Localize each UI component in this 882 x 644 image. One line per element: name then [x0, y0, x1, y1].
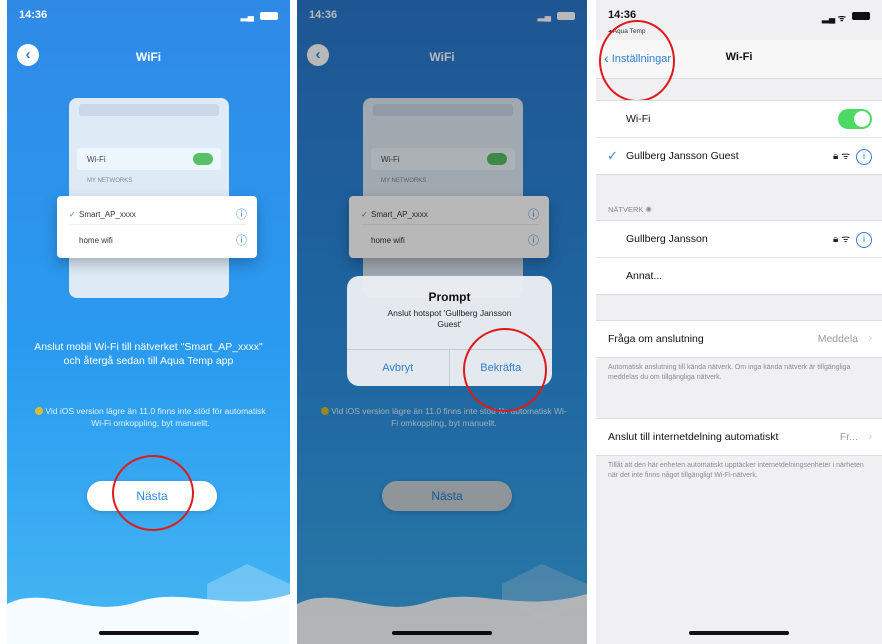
home-indicator — [689, 631, 789, 635]
illus-network-name: Smart_AP_xxxx — [79, 210, 136, 219]
networks-section-header: NÄTVERK ✺ — [608, 205, 652, 214]
wifi-group: Wi-Fi ✓ Gullberg Jansson Guest 🔒︎ ᯤ i — [596, 100, 882, 175]
chevron-right-icon: › — [868, 332, 873, 344]
ask-to-join-row[interactable]: Fråga om anslutning Meddela › — [596, 321, 882, 357]
wifi-toggle-row: Wi-Fi — [596, 101, 882, 138]
wifi-info-icon: ⓘ — [236, 235, 247, 247]
signal-icon: ▂▄ ᯤ — [821, 13, 846, 23]
ask-to-join-group: Fråga om anslutning Meddela › — [596, 320, 882, 358]
network-name: Gullberg Jansson — [626, 233, 708, 245]
ios-version-note-text: Vid iOS version lägre än 11.0 finns inte… — [45, 406, 266, 428]
battery-icon — [260, 12, 278, 20]
illus-network-name: home wifi — [79, 236, 113, 245]
illus-network-row: ✓ Smart_AP_xxxx ⓘ — [69, 202, 247, 225]
chevron-right-icon: › — [868, 430, 873, 442]
loading-spinner-icon: ✺ — [645, 205, 652, 214]
wifi-toggle[interactable] — [838, 109, 872, 129]
page-title: WiFi — [135, 50, 162, 64]
panel-confirm-dialog: 14:36 ▂▄ ‹ WiFi Wi-Fi MY NETWORKS ✓ Smar… — [297, 0, 587, 644]
illus-nav-bar — [79, 104, 219, 116]
hotspot-group: Anslut till internetdelning automatiskt … — [596, 418, 882, 456]
network-row[interactable]: Gullberg Jansson 🔒︎ ᯤ i — [596, 221, 882, 258]
battery-icon — [852, 12, 870, 20]
wifi-label: Wi-Fi — [626, 113, 651, 125]
home-indicator — [98, 631, 199, 635]
wifi-info-icon: ⓘ — [236, 209, 247, 221]
ask-to-join-value: Meddela — [817, 333, 858, 345]
signal-icon: ▂▄ — [240, 11, 254, 21]
auto-hotspot-label: Anslut till internetdelning automatiskt — [608, 431, 779, 443]
status-bar: 14:36 ▂▄ — [7, 8, 290, 24]
panel-ios-wifi-settings: 14:36 ▂▄ ᯤ ◂ Aqua Temp ‹ Inställningar W… — [596, 0, 882, 644]
network-status-icons: 🔒︎ ᯤ i — [833, 231, 872, 248]
ios-version-note: Vid iOS version lägre än 11.0 finns inte… — [29, 405, 272, 429]
status-time: 14:36 — [608, 9, 637, 21]
auto-hotspot-row[interactable]: Anslut till internetdelning automatiskt … — [596, 419, 882, 455]
dialog-message: Anslut hotspot 'Gullberg Jansson Guest' — [387, 308, 512, 329]
info-icon[interactable]: i — [856, 232, 872, 248]
info-icon[interactable]: i — [856, 149, 872, 165]
illus-toggle-icon — [193, 153, 213, 165]
instruction-text: Anslut mobil Wi-Fi till nätverket "Smart… — [34, 341, 263, 367]
illus-network-row: home wifi ⓘ — [69, 228, 247, 250]
illus-wifi-row: Wi-Fi — [77, 148, 221, 170]
check-icon: ✓ — [69, 210, 76, 219]
ask-to-join-footer: Automatisk anslutning till kända nätverk… — [608, 364, 851, 381]
illus-network-list: ✓ Smart_AP_xxxx ⓘ home wifi ⓘ — [57, 196, 257, 258]
checkmark-icon: ✓ — [607, 148, 618, 163]
networks-header-label: NÄTVERK — [608, 205, 644, 214]
illus-wifi-label: Wi-Fi — [87, 155, 106, 164]
annotation-circle — [112, 455, 194, 531]
cancel-button[interactable]: Avbryt — [347, 350, 450, 386]
dialog-title: Prompt — [428, 290, 471, 304]
other-network-row[interactable]: Annat... — [596, 258, 882, 294]
auto-hotspot-footer: Tillåt att den här enheten automatiskt u… — [608, 462, 864, 479]
panel-wifi-instructions: 14:36 ▂▄ ‹ WiFi Wi-Fi MY NETWORKS ✓ Smar… — [7, 0, 290, 644]
connected-network-row[interactable]: ✓ Gullberg Jansson Guest 🔒︎ ᯤ i — [596, 138, 882, 174]
annotation-circle — [599, 20, 675, 102]
auto-hotspot-value: Fr... — [839, 431, 858, 443]
networks-group: Gullberg Jansson 🔒︎ ᯤ i Annat... — [596, 220, 882, 295]
warning-dot-icon — [35, 407, 44, 415]
connected-network-name: Gullberg Jansson Guest — [626, 150, 739, 162]
lock-icon: 🔒︎ — [832, 234, 839, 245]
wifi-icon: ᯤ — [841, 151, 851, 162]
ask-to-join-label: Fråga om anslutning — [608, 333, 704, 345]
illus-networks-head: MY NETWORKS — [87, 178, 133, 184]
lock-icon: 🔒︎ — [832, 151, 839, 162]
wifi-icon: ᯤ — [841, 234, 851, 245]
annotation-circle — [463, 328, 547, 412]
network-status-icons: 🔒︎ ᯤ i — [833, 148, 872, 165]
other-network-label: Annat... — [626, 270, 663, 282]
status-time: 14:36 — [19, 9, 48, 21]
